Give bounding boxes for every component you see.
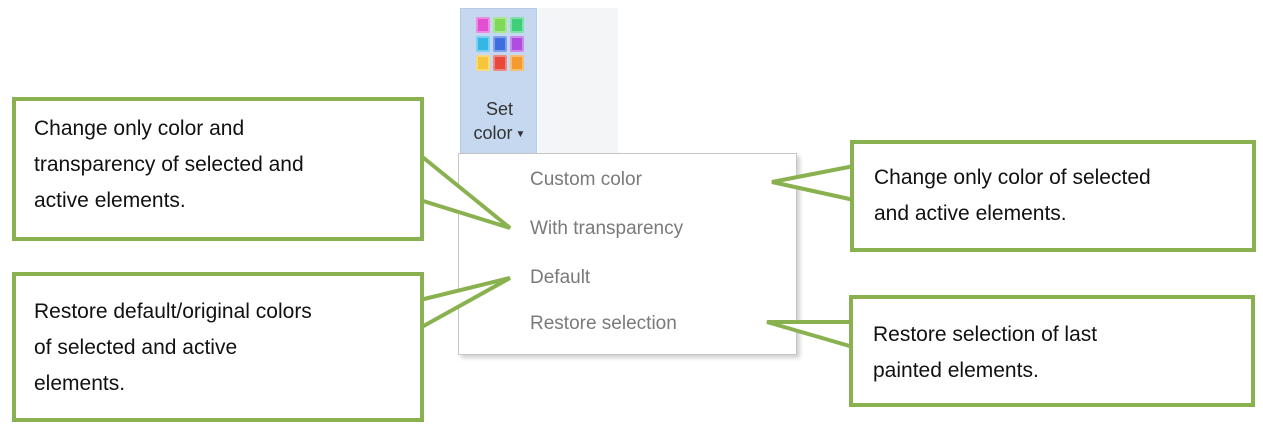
menu-item-default[interactable]: Default	[530, 266, 590, 290]
callout-line: active elements.	[34, 189, 186, 212]
caret-down-icon[interactable]: ▼	[516, 125, 526, 145]
callout-line: transparency of selected and	[34, 153, 304, 176]
swatch	[476, 55, 490, 71]
callout-restore-selection: Restore selection of last painted elemen…	[849, 295, 1255, 407]
set-color-button[interactable]: Set color ▼	[460, 8, 537, 164]
swatch	[493, 36, 507, 52]
set-color-dropdown-menu: Custom color With transparency Default R…	[458, 153, 797, 355]
swatch	[510, 17, 524, 33]
menu-item-restore-selection[interactable]: Restore selection	[530, 312, 677, 336]
set-color-label-line2: color ▼	[473, 123, 526, 145]
callout-default: Restore default/original colors of selec…	[12, 272, 424, 422]
callout-line: of selected and active	[34, 336, 238, 359]
swatch	[510, 36, 524, 52]
menu-item-custom-color[interactable]: Custom color	[530, 168, 642, 192]
swatch	[493, 17, 507, 33]
ribbon-background	[538, 8, 618, 158]
swatch	[476, 17, 490, 33]
callout-transparency: Change only color and transparency of se…	[12, 97, 424, 241]
set-color-label-line1: Set	[485, 99, 514, 119]
callout-line: Change only color and	[34, 117, 245, 140]
swatch	[476, 36, 490, 52]
color-palette-icon	[476, 17, 524, 75]
callout-line: Restore selection of last	[873, 323, 1098, 346]
swatch	[493, 55, 507, 71]
callout-line: Change only color of selected	[874, 166, 1151, 189]
menu-item-with-transparency[interactable]: With transparency	[530, 217, 683, 241]
callout-line: elements.	[34, 372, 126, 395]
callout-custom-color: Change only color of selected and active…	[850, 140, 1256, 252]
callout-line: and active elements.	[874, 202, 1067, 225]
callout-line: painted elements.	[873, 359, 1039, 382]
swatch	[510, 55, 524, 71]
callout-line: Restore default/original colors	[34, 300, 312, 323]
